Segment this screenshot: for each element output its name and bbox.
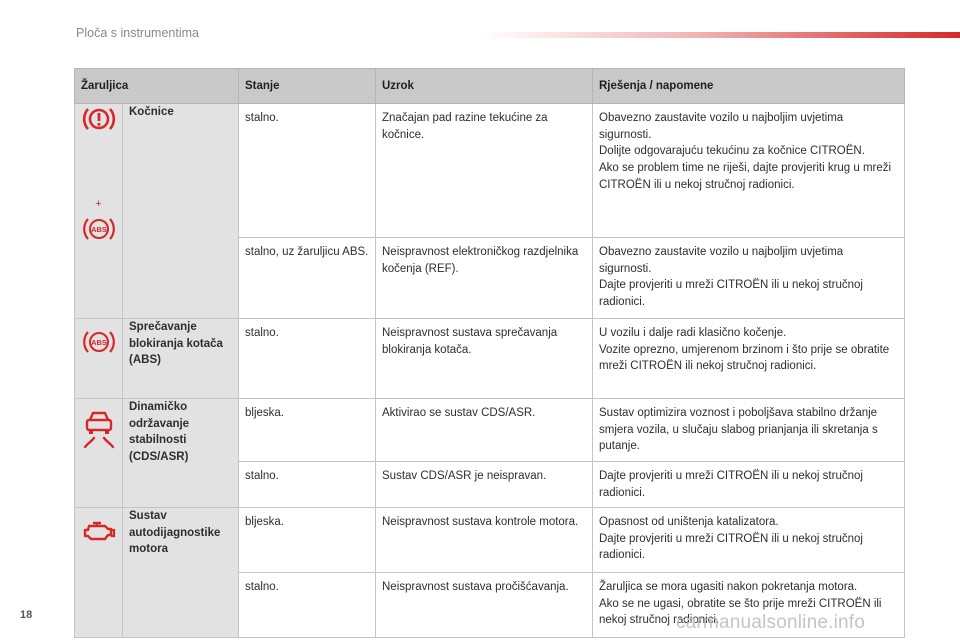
cause-cell: Neispravnost sustava kontrole motora. [382,516,579,528]
state-cell: bljeska. [245,516,284,528]
column-header-cause: Uzrok [375,68,593,104]
table-row: ABS Sprečavanje blokiranja kotača (ABS) … [74,318,905,399]
solution-cell: Opasnost od uništenja katalizatora. Dajt… [599,516,863,562]
table-row: Dinamičko održavanje stabilnosti (CDS/AS… [74,398,905,508]
lamp-icon-cell: + ABS [74,103,123,319]
cause-cell: Neispravnost sustava pročišćavanja. [382,581,569,593]
svg-text:ABS: ABS [91,225,107,234]
column-header-solution: Rješenja / napomene [592,68,905,104]
engine-diagnostic-icon [81,518,117,546]
solution-cell: Obavezno zaustavite vozilo u najboljim u… [599,112,892,191]
page-number: 18 [20,609,33,621]
column-header-state: Stanje [238,68,376,104]
state-cell: stalno. [245,581,279,593]
lamp-icon-cell [74,507,123,638]
cause-cell: Neispravnost elektroničkog razdjelnika k… [382,246,579,275]
lamp-name-engine: Sustav autodijagnostike motora [122,507,239,638]
state-cell: stalno, uz žaruljicu ABS. [245,246,369,258]
lamp-icon-cell [74,398,123,508]
lamp-name-brakes: Kočnice [122,103,239,319]
warning-lights-table: Žaruljica Stanje Uzrok Rješenja / napome… [74,68,905,638]
page-header-title: Ploča s instrumentima [76,26,199,40]
cause-cell: Značajan pad razine tekućine za kočnice. [382,112,548,141]
header-accent-bar [480,32,960,38]
combined-lamp-plus: + [95,198,102,210]
abs-icon: ABS [82,327,116,357]
state-cell: stalno. [245,470,279,482]
state-cell: stalno. [245,112,279,124]
cause-cell: Sustav CDS/ASR je neispravan. [382,470,547,482]
cause-cell: Neispravnost sustava sprečavanja blokira… [382,327,558,356]
watermark: carmanualsonline.info [676,612,866,633]
solution-cell: Obavezno zaustavite vozilo u najboljim u… [599,246,863,309]
abs-icon: ABS [82,214,116,244]
lamp-icon-cell: ABS [74,318,123,399]
brake-warning-icon [82,104,116,134]
svg-text:ABS: ABS [91,338,107,347]
solution-cell: U vozilu i dalje radi klasično kočenje. … [599,327,890,373]
table-row: + ABS Kočnice stalno. Značajan pad razin… [74,103,905,319]
column-header-lamp: Žaruljica [74,68,239,104]
solution-cell: Dajte provjeriti u mreži CITROËN ili u n… [599,470,863,499]
stability-control-icon [81,409,117,449]
lamp-name-stability: Dinamičko održavanje stabilnosti (CDS/AS… [122,398,239,508]
state-cell: bljeska. [245,407,284,419]
state-cell: stalno. [245,327,279,339]
lamp-name-abs: Sprečavanje blokiranja kotača (ABS) [122,318,239,399]
table-row: Sustav autodijagnostike motora bljeska. … [74,507,905,638]
solution-cell: Sustav optimizira voznost i poboljšava s… [599,407,878,453]
table-header-row: Žaruljica Stanje Uzrok Rješenja / napome… [74,68,905,104]
cause-cell: Aktivirao se sustav CDS/ASR. [382,407,536,419]
